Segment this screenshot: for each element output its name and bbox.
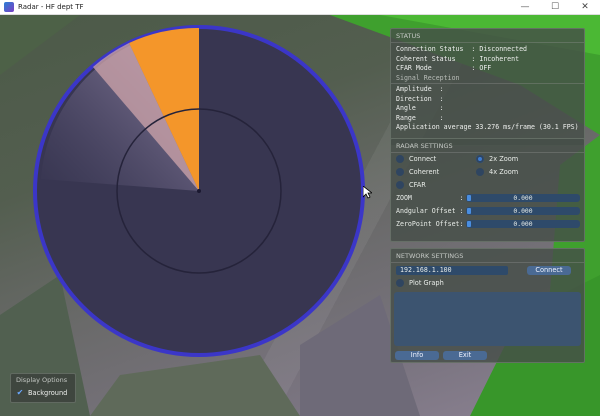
zoom-2x-radio-dot xyxy=(476,155,484,163)
display-options-title: Display Options xyxy=(16,376,68,384)
plot-graph-radio[interactable]: Plot Graph xyxy=(396,279,444,287)
info-button[interactable]: Info xyxy=(395,351,439,360)
zeropoint-offset-label: ZeroPoint Offset: xyxy=(396,220,464,228)
zeropoint-offset-value: 0.000 xyxy=(513,220,533,228)
exit-button[interactable]: Exit xyxy=(443,351,487,360)
network-connect-button[interactable]: Connect xyxy=(527,266,571,275)
app-icon xyxy=(4,2,14,12)
minimize-button[interactable]: — xyxy=(510,0,540,15)
zoom-slider[interactable]: 0.000 xyxy=(466,194,580,202)
fps-readout: Application average 33.276 ms/frame (30.… xyxy=(396,123,579,131)
plot-graph-radio-dot xyxy=(396,279,404,287)
range-readout: Range : xyxy=(396,113,444,122)
plot-graph-label: Plot Graph xyxy=(409,279,444,287)
connection-status: Connection Status : Disconnected xyxy=(396,45,528,53)
zoom-slider-value: 0.000 xyxy=(513,194,533,202)
connect-radio-label: Connect xyxy=(409,155,437,163)
radar-settings-title: RADAR SETTINGS xyxy=(391,139,584,153)
angular-offset-row: Andgular Offset : xyxy=(396,207,464,215)
angular-offset-value: 0.000 xyxy=(513,207,533,215)
log-textarea[interactable] xyxy=(394,292,581,346)
maximize-button[interactable]: ☐ xyxy=(540,0,570,15)
status-title: STATUS xyxy=(391,29,584,43)
background-checkbox-label: Background xyxy=(28,389,68,397)
signal-reception-heading: Signal Reception xyxy=(391,74,584,84)
render-viewport: STATUS Connection Status : Disconnected … xyxy=(0,15,600,416)
network-settings-title: NETWORK SETTINGS xyxy=(391,249,584,263)
connect-radio-dot xyxy=(396,155,404,163)
status-panel: STATUS Connection Status : Disconnected … xyxy=(390,28,585,146)
display-options-panel: Display Options ✔ Background xyxy=(10,373,76,403)
zeropoint-offset-slider[interactable]: 0.000 xyxy=(466,220,580,228)
zoom-2x-radio-label: 2x Zoom xyxy=(489,155,519,163)
angular-offset-slider[interactable]: 0.000 xyxy=(466,207,580,215)
check-icon: ✔ xyxy=(16,388,24,397)
radar-settings-panel: RADAR SETTINGS Connect 2x Zoom Coherent … xyxy=(390,138,585,242)
zoom-slider-label: ZOOM : xyxy=(396,194,464,202)
cfar-radio-dot xyxy=(396,181,404,189)
ip-address-input[interactable]: 192.168.1.100 xyxy=(396,266,508,275)
cfar-radio-label: CFAR xyxy=(409,181,426,189)
angle-readout: Angle : xyxy=(396,104,444,112)
coherent-radio-dot xyxy=(396,168,404,176)
network-settings-panel: NETWORK SETTINGS 192.168.1.100 Connect P… xyxy=(390,248,585,363)
coherent-status: Coherent Status : Incoherent xyxy=(396,54,520,63)
zoom-2x-radio[interactable]: 2x Zoom xyxy=(476,155,518,163)
title-bar: Radar - HF dept TF — ☐ ✕ xyxy=(0,0,600,15)
amplitude-readout: Amplitude : xyxy=(396,85,444,93)
connect-radio[interactable]: Connect xyxy=(396,155,436,163)
zoom-4x-radio[interactable]: 4x Zoom xyxy=(476,168,518,176)
zoom-4x-radio-dot xyxy=(476,168,484,176)
zeropoint-offset-row: ZeroPoint Offset: xyxy=(396,220,464,228)
angular-offset-label: Andgular Offset : xyxy=(396,207,464,215)
window-controls: — ☐ ✕ xyxy=(510,0,600,15)
close-button[interactable]: ✕ xyxy=(570,0,600,15)
zoom-4x-radio-label: 4x Zoom xyxy=(489,168,519,176)
cfar-radio[interactable]: CFAR xyxy=(396,181,426,189)
background-checkbox[interactable]: ✔ Background xyxy=(16,388,68,398)
cfar-mode: CFAR Mode : OFF xyxy=(396,64,492,72)
radar-display[interactable] xyxy=(33,25,365,357)
window-title: Radar - HF dept TF xyxy=(18,3,84,11)
coherent-radio[interactable]: Coherent xyxy=(396,168,439,176)
mouse-cursor-icon xyxy=(363,186,372,199)
direction-readout: Direction : xyxy=(396,94,444,103)
zoom-slider-row: ZOOM : xyxy=(396,194,464,202)
coherent-radio-label: Coherent xyxy=(409,168,440,176)
